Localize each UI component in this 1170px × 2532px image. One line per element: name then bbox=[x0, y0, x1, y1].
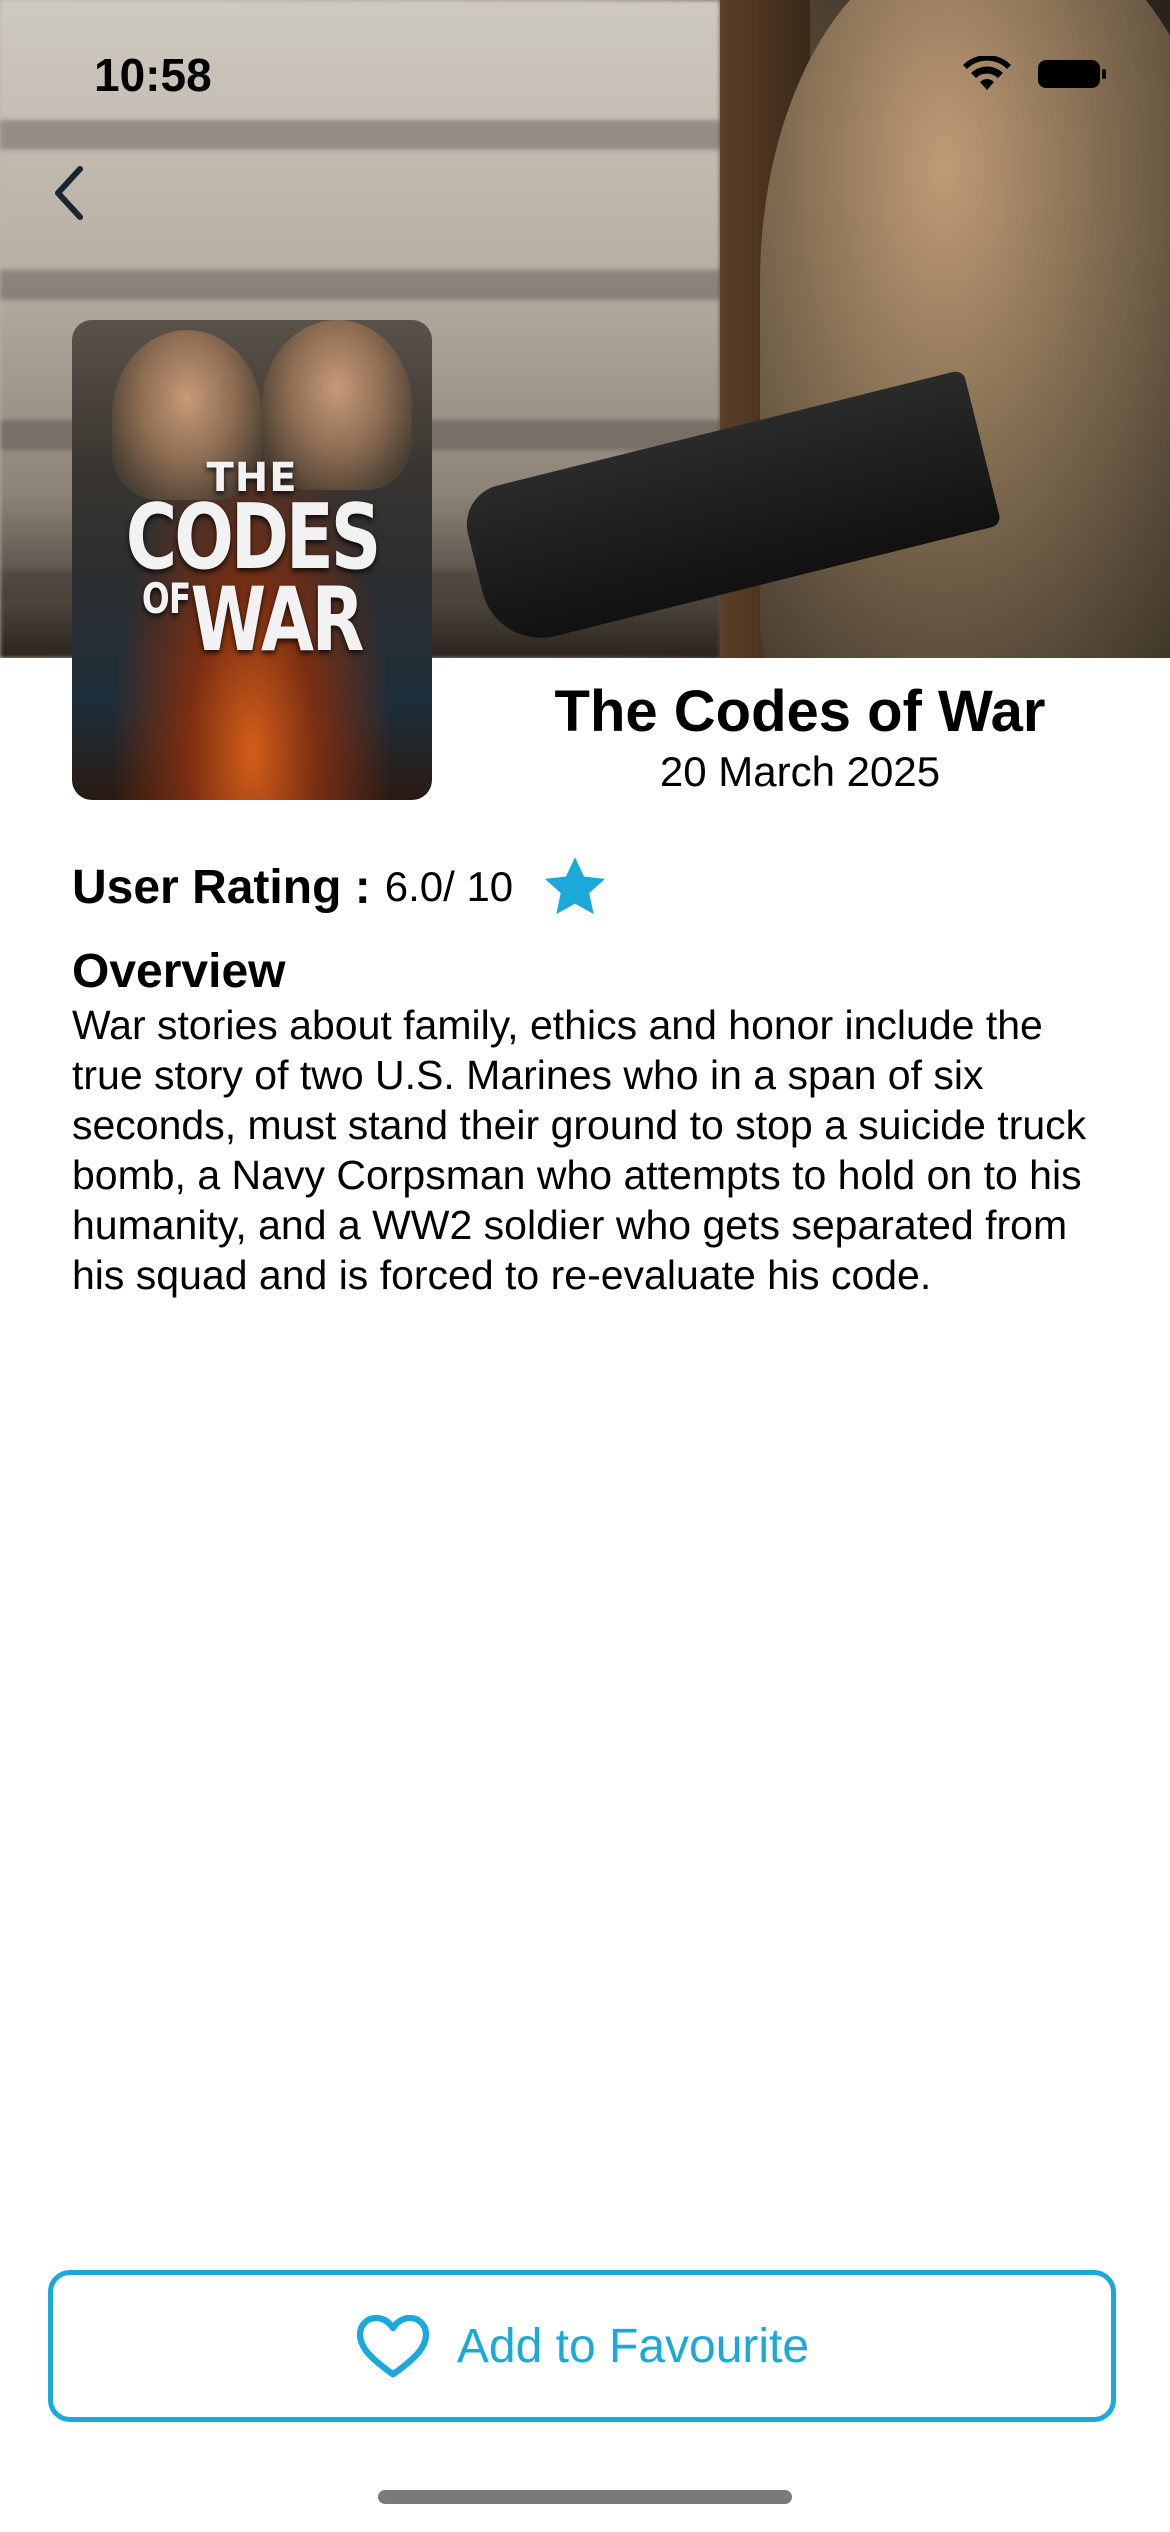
home-indicator[interactable] bbox=[378, 2490, 792, 2504]
back-button[interactable] bbox=[40, 158, 100, 228]
status-time: 10:58 bbox=[94, 49, 212, 101]
release-date: 20 March 2025 bbox=[659, 748, 941, 795]
overview-text: War stories about family, ethics and hon… bbox=[72, 1002, 1087, 1298]
wifi-icon bbox=[963, 56, 1011, 90]
movie-title: The Codes of War bbox=[554, 679, 1046, 744]
user-rating: User Rating : 6.0/ 10 bbox=[72, 852, 611, 922]
poster-title-small: OF bbox=[141, 573, 191, 623]
battery-icon bbox=[1038, 60, 1106, 88]
overview-heading: Overview bbox=[72, 945, 286, 998]
chevron-left-icon bbox=[55, 166, 83, 220]
movie-poster: THE CODES OFWAR bbox=[72, 320, 432, 800]
heart-outline-icon bbox=[356, 2314, 430, 2378]
star-icon bbox=[545, 857, 606, 915]
rating-label: User Rating : bbox=[72, 860, 371, 914]
poster-title-war: WAR bbox=[190, 567, 365, 671]
poster-title: THE CODES OFWAR bbox=[72, 458, 432, 663]
favourite-label: Add to Favourite bbox=[456, 2319, 810, 2373]
poster-title-line: OFWAR bbox=[112, 575, 393, 663]
status-icons bbox=[962, 56, 1106, 92]
add-to-favourite-button[interactable]: Add to Favourite bbox=[48, 2270, 1116, 2422]
rating-value: 6.0/ 10 bbox=[384, 863, 514, 910]
